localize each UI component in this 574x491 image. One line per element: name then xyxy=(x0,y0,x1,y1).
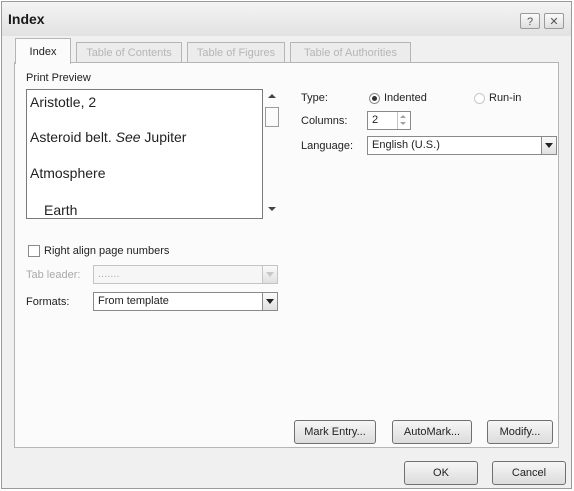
language-dropdown[interactable]: English (U.S.) xyxy=(367,136,557,155)
scroll-thumb[interactable] xyxy=(265,107,279,127)
print-preview-box: Aristotle, 2 Asteroid belt. See Jupiter … xyxy=(26,89,263,219)
tab-leader-dropdown: ....... xyxy=(93,265,278,284)
preview-entry: Aristotle, 2 xyxy=(30,94,97,110)
indented-radio[interactable] xyxy=(369,93,380,104)
tab-toc-label: Table of Contents xyxy=(86,47,172,59)
close-button[interactable]: ✕ xyxy=(544,13,564,29)
tab-table-of-authorities: Table of Authorities xyxy=(290,42,411,62)
tab-toa-label: Table of Authorities xyxy=(304,47,397,59)
tab-index[interactable]: Index xyxy=(15,38,71,64)
formats-label: Formats: xyxy=(26,296,70,308)
language-value: English (U.S.) xyxy=(372,139,440,151)
help-icon: ? xyxy=(526,16,534,28)
tab-leader-label: Tab leader: xyxy=(26,269,81,281)
help-button[interactable]: ? xyxy=(520,13,540,29)
scroll-up-icon[interactable] xyxy=(268,94,276,98)
columns-value: 2 xyxy=(372,114,379,126)
tab-tof-label: Table of Figures xyxy=(196,47,276,59)
formats-value: From template xyxy=(98,295,169,307)
preview-entry: Asteroid belt. See Jupiter xyxy=(30,129,187,145)
ok-button[interactable]: OK xyxy=(404,461,478,485)
columns-label: Columns: xyxy=(301,115,348,127)
dialog-title: Index xyxy=(8,11,45,27)
right-align-label[interactable]: Right align page numbers xyxy=(44,245,169,257)
tab-index-label: Index xyxy=(29,46,57,58)
close-icon: ✕ xyxy=(549,16,559,28)
chevron-down-icon[interactable] xyxy=(541,137,556,154)
tab-leader-value: ....... xyxy=(98,268,120,280)
tab-table-of-figures: Table of Figures xyxy=(187,42,285,62)
type-label: Type: xyxy=(301,92,328,104)
right-align-checkbox[interactable] xyxy=(28,245,40,257)
preview-entry: Atmosphere xyxy=(30,165,106,181)
tab-table-of-contents: Table of Contents xyxy=(76,42,182,62)
spin-up-icon xyxy=(400,115,406,118)
mark-entry-button[interactable]: Mark Entry... xyxy=(294,420,376,444)
run-in-radio[interactable] xyxy=(474,93,485,104)
cancel-button[interactable]: Cancel xyxy=(492,461,566,485)
indented-label[interactable]: Indented xyxy=(384,92,427,104)
chevron-down-icon xyxy=(262,266,277,283)
formats-dropdown[interactable]: From template xyxy=(93,292,278,311)
automark-button[interactable]: AutoMark... xyxy=(392,420,472,444)
scroll-down-icon[interactable] xyxy=(268,207,276,211)
run-in-label[interactable]: Run-in xyxy=(489,92,521,104)
preview-scrollbar[interactable] xyxy=(264,89,280,219)
spin-down-icon xyxy=(400,122,406,125)
columns-spin-buttons[interactable] xyxy=(397,112,410,129)
preview-entry: Earth xyxy=(44,202,78,218)
columns-spinner[interactable]: 2 xyxy=(367,111,411,130)
title-bar: Index ? ✕ xyxy=(2,2,571,36)
chevron-down-icon[interactable] xyxy=(262,293,277,310)
print-preview-label: Print Preview xyxy=(26,72,91,84)
language-label: Language: xyxy=(301,140,353,152)
modify-button[interactable]: Modify... xyxy=(487,420,553,444)
